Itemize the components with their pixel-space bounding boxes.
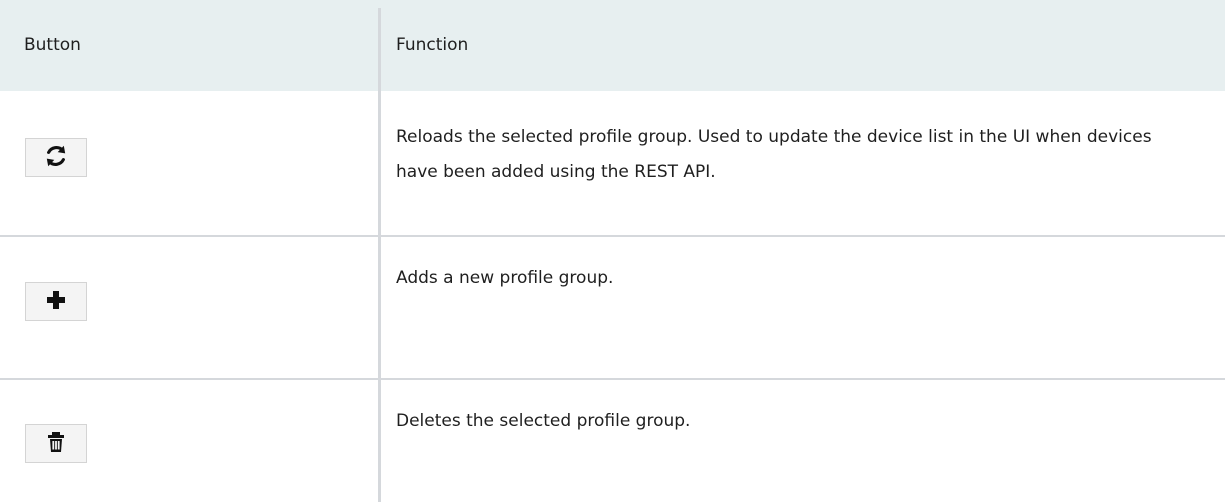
header-function: Function: [396, 35, 469, 55]
function-description: Adds a new profile group.: [396, 268, 614, 288]
trash-icon: [46, 431, 66, 457]
function-description: Reloads the selected profile group. Used…: [396, 127, 1152, 182]
plus-icon: [45, 289, 67, 315]
table-row-add: Adds a new profile group.: [0, 236, 1225, 379]
button-function-table: Button Function Reloads the selected pro…: [0, 0, 1225, 502]
table-row-reload: Reloads the selected profile group. Used…: [0, 91, 1225, 236]
function-description: Deletes the selected profile group.: [396, 411, 691, 431]
add-button[interactable]: [25, 282, 87, 321]
refresh-icon: [44, 144, 68, 172]
header-button: Button: [24, 35, 81, 55]
delete-button[interactable]: [25, 424, 87, 463]
table-row-delete: Deletes the selected profile group.: [0, 379, 1225, 502]
table-header-row: Button Function: [0, 0, 1225, 91]
reload-button[interactable]: [25, 138, 87, 177]
